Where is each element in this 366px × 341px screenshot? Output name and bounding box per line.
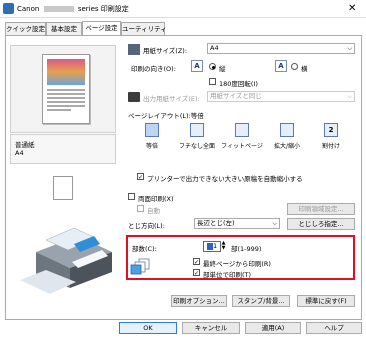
- copies-value: 1: [213, 242, 218, 250]
- binding-label: とじ方向(L):: [128, 222, 165, 230]
- rotate180-label: 180度回転(I): [219, 80, 258, 88]
- landscape-radio[interactable]: [291, 63, 298, 70]
- layout-page-layout-button[interactable]: 2 割付け: [307, 121, 355, 157]
- apply-button[interactable]: 適用(A): [245, 322, 301, 334]
- printer-icon: [20, 227, 112, 294]
- window-title: Canon series 印刷設定: [17, 4, 129, 14]
- help-button[interactable]: ヘルプ: [306, 322, 362, 334]
- tab-quick-setup[interactable]: クイック設定: [5, 22, 46, 35]
- paper-size-text: A4: [15, 149, 24, 157]
- layout-value: 等倍: [190, 112, 204, 120]
- paper-size-icon: [128, 44, 140, 55]
- binding-select[interactable]: 長辺とじ(左): [194, 218, 280, 229]
- layout-fit-page-button[interactable]: フィットページ: [218, 121, 266, 157]
- copies-input[interactable]: 1: [203, 241, 221, 252]
- page-thumbnail: [42, 54, 90, 124]
- duplex-checkbox[interactable]: [128, 193, 135, 200]
- copies-label: 部数(C):: [132, 245, 157, 253]
- title-bar: Canon series 印刷設定 ✕: [0, 0, 366, 18]
- paper-size-select[interactable]: A4: [207, 43, 355, 54]
- media-type-text: 普通紙: [15, 141, 35, 149]
- portrait-icon: A: [191, 60, 203, 72]
- tab-main[interactable]: 基本設定: [46, 22, 82, 35]
- last-page-first-checkbox[interactable]: [193, 258, 200, 265]
- printer-app-icon: [3, 3, 14, 14]
- copies-range: 部(1-999): [231, 245, 262, 253]
- layout-scaled-button[interactable]: 拡大/縮小: [263, 121, 311, 157]
- copies-spinner[interactable]: ▲ ▼: [220, 241, 227, 252]
- title-suffix: series 印刷設定: [77, 5, 129, 13]
- paper-icon: [53, 176, 73, 200]
- orientation-label: 印刷の向き(O):: [131, 65, 176, 73]
- tab-maintenance[interactable]: ユーティリティ: [121, 22, 167, 35]
- landscape-label: 横: [301, 65, 308, 73]
- last-page-first-label: 最終ページから印刷(R): [203, 260, 271, 268]
- rotate180-checkbox[interactable]: [209, 78, 216, 85]
- output-size-select[interactable]: 用紙サイズと同じ: [207, 91, 355, 102]
- margin-button[interactable]: とじしろ指定...: [287, 218, 355, 230]
- collate-label: 部単位で印刷(T): [203, 271, 252, 279]
- ok-button[interactable]: OK: [119, 322, 177, 334]
- collate-checkbox[interactable]: [193, 269, 200, 276]
- close-icon[interactable]: ✕: [348, 3, 356, 14]
- cancel-button[interactable]: キャンセル: [182, 322, 240, 334]
- duplex-label: 両面印刷(X): [138, 195, 174, 203]
- portrait-label: 縦: [219, 65, 226, 73]
- defaults-button[interactable]: 標準に戻す(F): [297, 295, 355, 307]
- tab-page-setup[interactable]: ページ設定: [82, 21, 121, 36]
- print-options-button[interactable]: 印刷オプション...: [171, 295, 227, 307]
- output-size-label: 出力用紙サイズ(E):: [143, 95, 200, 103]
- copies-icon: [130, 258, 150, 275]
- print-area-button[interactable]: 印刷領域設定...: [287, 203, 355, 215]
- paper-size-label: 用紙サイズ(Z):: [143, 47, 188, 55]
- layout-label: ページレイアウト(L):等倍: [128, 112, 204, 120]
- redacted-model: [43, 6, 74, 12]
- title-prefix: Canon: [17, 5, 40, 13]
- layout-borderless-button[interactable]: フチなし全面: [173, 121, 221, 157]
- auto-duplex-label: 自動: [147, 207, 160, 215]
- media-info: 普通紙 A4: [10, 134, 116, 164]
- landscape-icon: A: [275, 60, 287, 72]
- printer-small-icon: [128, 92, 140, 102]
- auto-reduce-checkbox[interactable]: [137, 173, 144, 180]
- auto-duplex-checkbox[interactable]: [137, 205, 144, 212]
- layout-normal-button[interactable]: 等倍: [128, 121, 176, 157]
- stamp-background-button[interactable]: スタンプ/背景...: [232, 295, 290, 307]
- auto-reduce-label: プリンターで出力できない大きい原稿を自動縮小する: [147, 175, 303, 183]
- portrait-radio[interactable]: [209, 63, 216, 70]
